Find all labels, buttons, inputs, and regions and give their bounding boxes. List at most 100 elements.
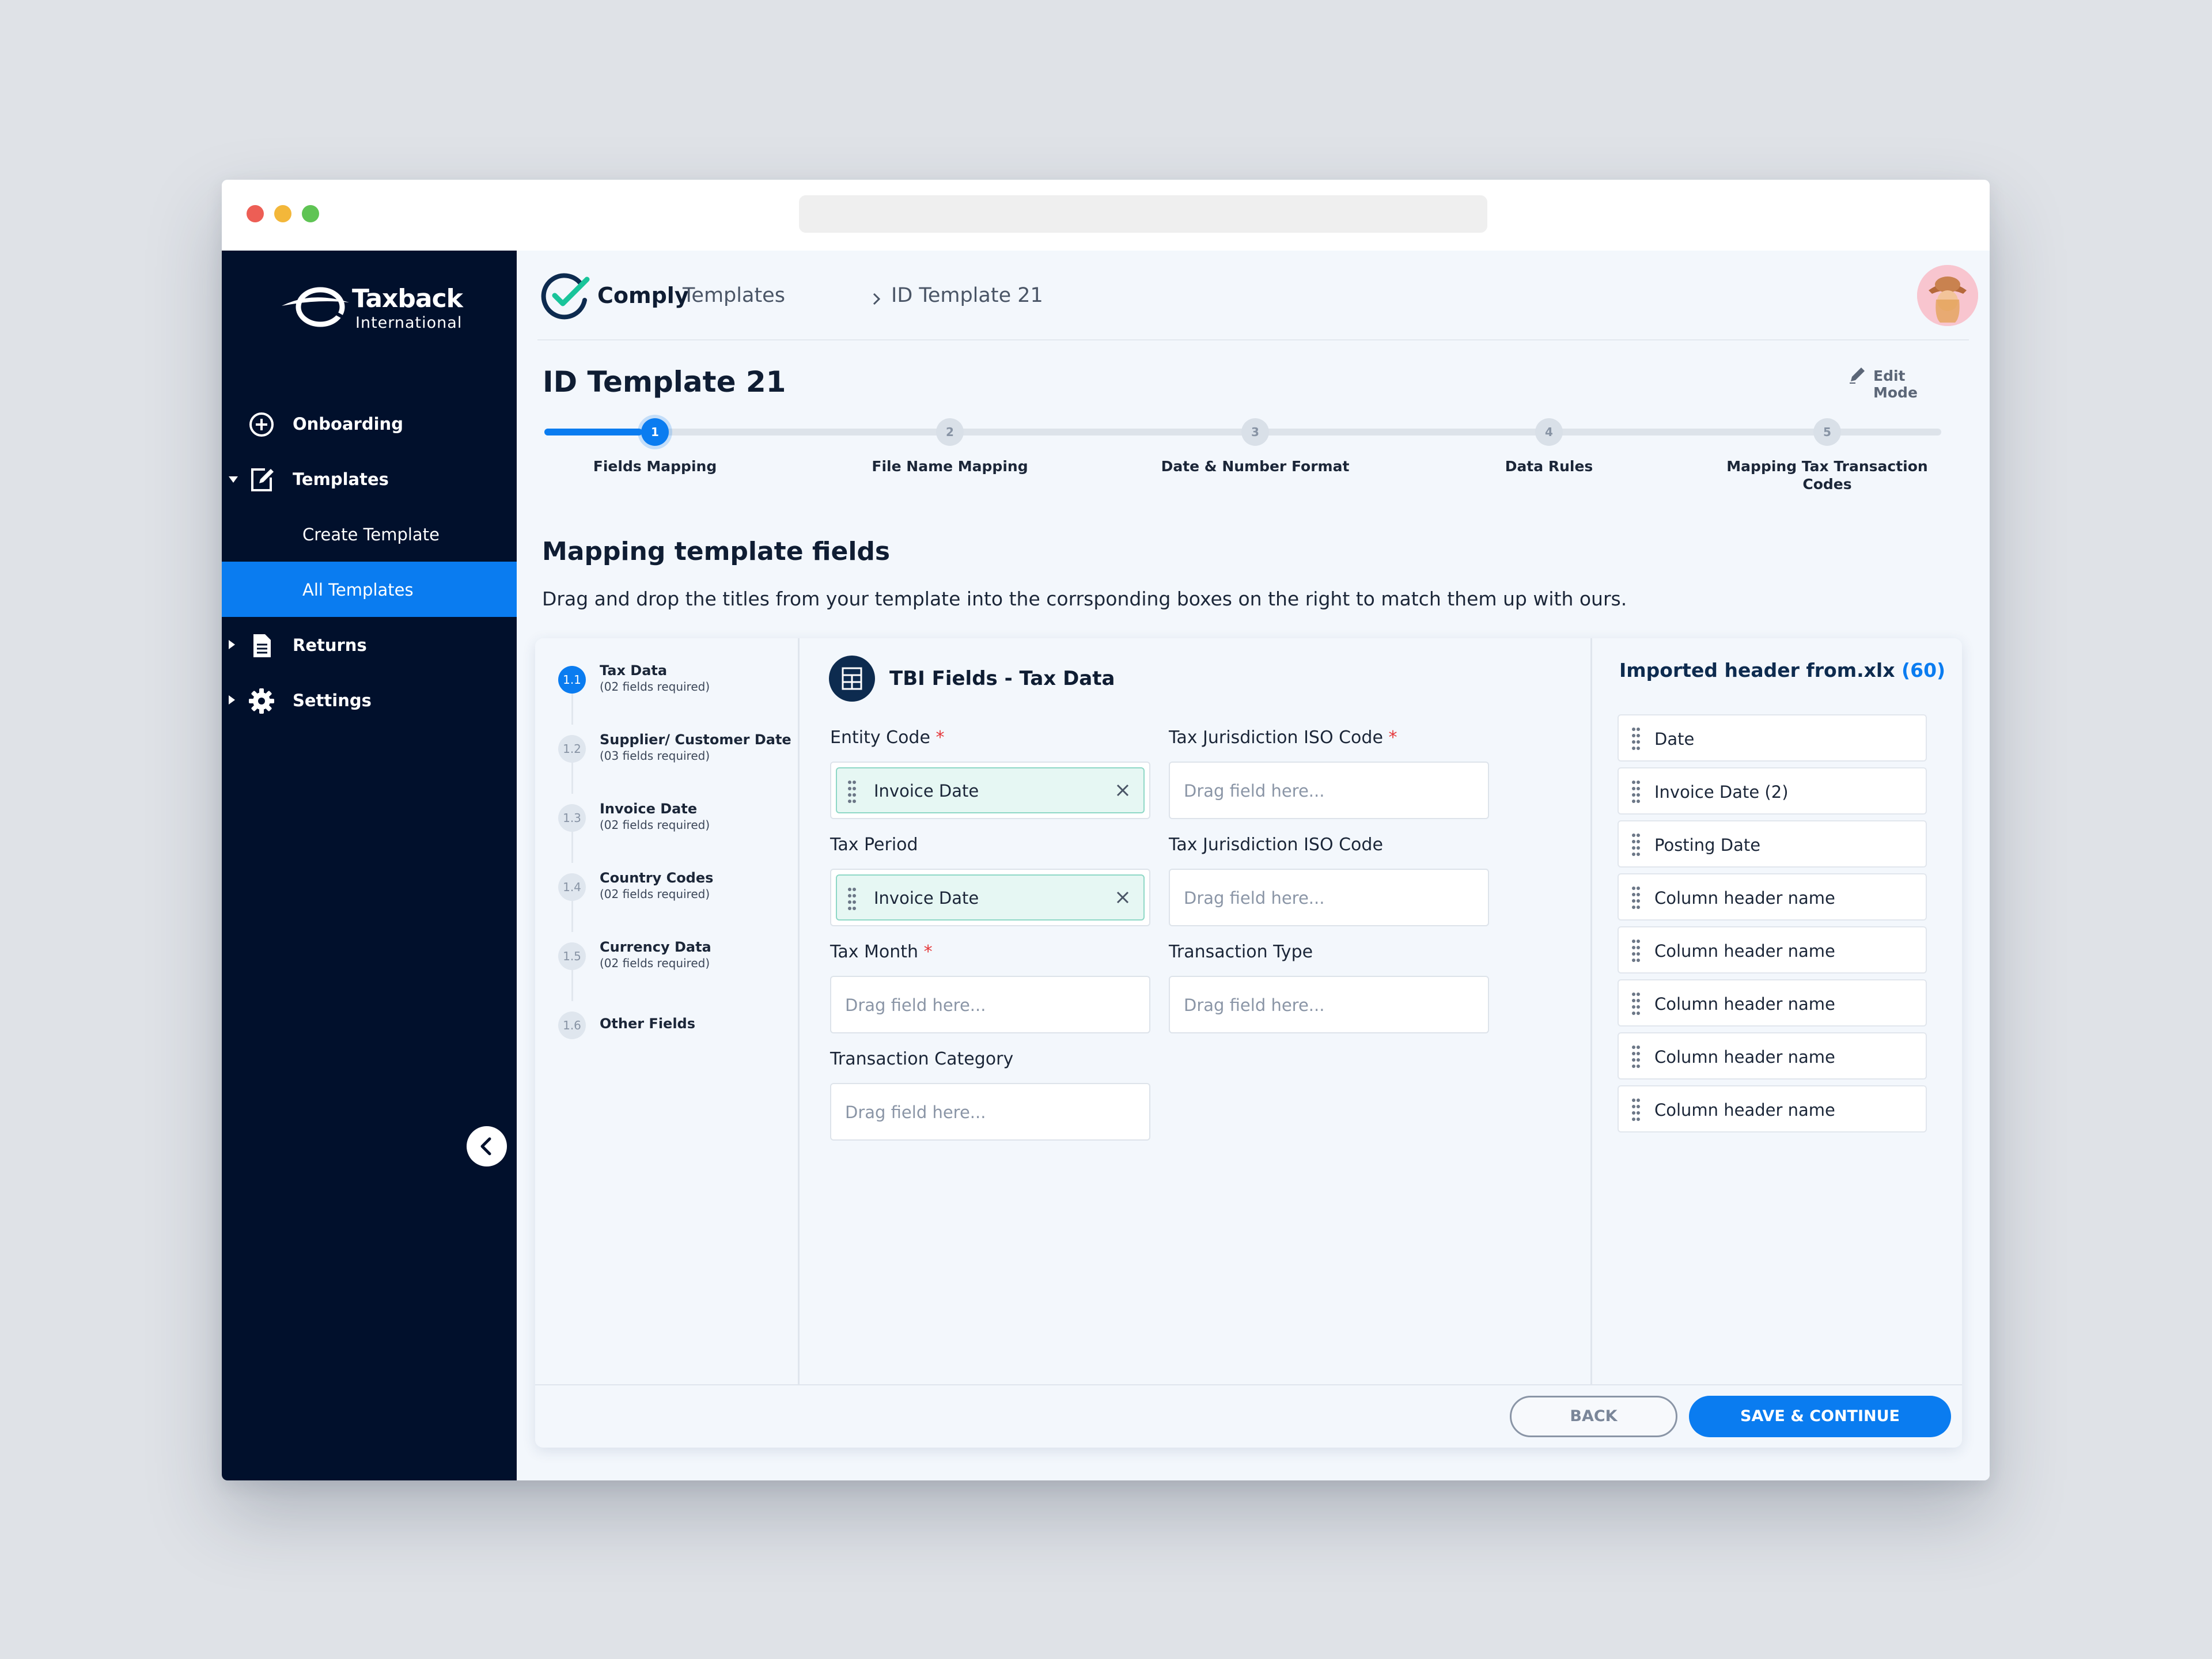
sidebar-item-settings[interactable]: Settings: [222, 672, 517, 728]
drag-handle-icon[interactable]: [1631, 1045, 1641, 1068]
section-number: 1.5: [558, 942, 586, 970]
dropzone-placeholder: Drag field here...: [1184, 995, 1325, 1015]
section-title: Mapping template fields: [542, 537, 891, 566]
user-avatar[interactable]: [1917, 265, 1978, 326]
drag-handle-icon[interactable]: [1631, 992, 1641, 1015]
drag-handle-icon[interactable]: [847, 887, 857, 910]
field-label-entity-code: Entity Code *: [830, 728, 944, 748]
drag-handle-icon[interactable]: [1631, 886, 1641, 909]
imported-header-label: Column header name: [1654, 888, 1835, 908]
drag-handle-icon[interactable]: [1631, 939, 1641, 962]
drag-handle-icon[interactable]: [847, 780, 857, 803]
page-title: ID Template 21: [543, 365, 786, 399]
sidebar-item-templates[interactable]: Templates: [222, 451, 517, 506]
dropzone-tax-period[interactable]: Invoice Date: [830, 869, 1150, 926]
section-nav-supplier-customer-date[interactable]: 1.2 Supplier/ Customer Date (03 fields r…: [558, 730, 791, 777]
imported-header-item[interactable]: Column header name: [1618, 1085, 1927, 1132]
section-nav-title: Currency Data: [600, 939, 711, 955]
table-icon: [842, 667, 862, 690]
dropzone-entity-code[interactable]: Invoice Date: [830, 762, 1150, 819]
collapse-sidebar-button[interactable]: [467, 1126, 507, 1166]
imported-header-item[interactable]: Posting Date: [1618, 820, 1927, 868]
edit-mode-button[interactable]: Edit Mode: [1847, 364, 1945, 401]
section-nav-tax-data[interactable]: 1.1 Tax Data (02 fields required): [558, 661, 789, 707]
drag-handle-icon[interactable]: [1631, 833, 1641, 856]
section-nav-title: Tax Data: [600, 662, 668, 679]
imported-header-item[interactable]: Date: [1618, 714, 1927, 762]
drag-handle-icon[interactable]: [1631, 1098, 1641, 1121]
brand-name: Taxback: [352, 284, 463, 313]
document-icon: [253, 634, 271, 657]
step-2-label: File Name Mapping: [872, 458, 1028, 475]
field-label-text: Tax Month: [830, 942, 919, 962]
taxback-logo[interactable]: Taxback International: [277, 279, 473, 337]
section-nav-title: Country Codes: [600, 870, 714, 886]
imported-header-item[interactable]: Column header name: [1618, 873, 1927, 921]
section-nav-other-fields[interactable]: 1.6 Other Fields: [558, 1007, 789, 1053]
step-4-node[interactable]: 4: [1535, 418, 1563, 446]
section-nav-subtitle: (03 fields required): [600, 749, 710, 763]
mapped-field-chip[interactable]: Invoice Date: [836, 767, 1145, 813]
section-nav-country-codes[interactable]: 1.4 Country Codes (02 fields required): [558, 869, 789, 915]
sidebar-subitem-label: Create Template: [302, 525, 440, 544]
section-nav-currency-data[interactable]: 1.5 Currency Data (02 fields required): [558, 938, 789, 984]
imported-headers-title: Imported header from.xlx (60): [1619, 659, 1945, 681]
step-5-label: Mapping Tax Transaction Codes: [1726, 458, 1928, 493]
comply-logo-icon[interactable]: [540, 270, 592, 322]
field-label-tax-jurisdiction-iso-code: Tax Jurisdiction ISO Code *: [1169, 728, 1397, 748]
imported-header-label: Column header name: [1654, 1047, 1835, 1067]
step-1-label: Fields Mapping: [593, 458, 717, 475]
section-nav-invoice-date[interactable]: 1.3 Invoice Date (02 fields required): [558, 800, 789, 846]
step-5-node[interactable]: 5: [1813, 418, 1841, 446]
step-3-node[interactable]: 3: [1241, 418, 1269, 446]
save-continue-button[interactable]: SAVE & CONTINUE: [1689, 1396, 1951, 1437]
sidebar-item-onboarding[interactable]: Onboarding: [222, 396, 517, 451]
dropzone-transaction-category[interactable]: Drag field here...: [830, 1083, 1150, 1141]
sidebar-item-returns[interactable]: Returns: [222, 617, 517, 672]
section-nav-subtitle: (02 fields required): [600, 887, 710, 901]
close-icon[interactable]: [1113, 888, 1132, 907]
back-button[interactable]: BACK: [1510, 1396, 1677, 1437]
imported-header-item[interactable]: Column header name: [1618, 926, 1927, 974]
maximize-window-button[interactable]: [302, 205, 319, 222]
dropzone-tax-jurisdiction-iso-code[interactable]: Drag field here...: [1169, 762, 1489, 819]
dropzone-tax-jurisdiction-iso-code-2[interactable]: Drag field here...: [1169, 869, 1489, 926]
minimize-window-button[interactable]: [274, 205, 291, 222]
step-3-label: Date & Number Format: [1161, 458, 1350, 475]
breadcrumb-templates[interactable]: Templates: [683, 284, 785, 307]
section-number: 1.6: [558, 1012, 586, 1039]
close-icon[interactable]: [1113, 781, 1132, 800]
dropzone-tax-month[interactable]: Drag field here...: [830, 976, 1150, 1033]
section-nav-title: Other Fields: [600, 1016, 696, 1032]
address-bar[interactable]: [799, 195, 1487, 233]
drag-handle-icon[interactable]: [1631, 727, 1641, 750]
dropzone-placeholder: Drag field here...: [845, 1103, 986, 1122]
close-window-button[interactable]: [247, 205, 264, 222]
mapping-card: 1.1 Tax Data (02 fields required) 1.2 Su…: [535, 638, 1962, 1448]
sidebar-item-label: Onboarding: [293, 414, 403, 434]
section-number: 1.1: [558, 666, 586, 694]
section-nav-subtitle: (02 fields required): [600, 818, 710, 832]
sidebar: Taxback International Onboarding Templat…: [222, 251, 517, 1480]
column-divider: [798, 638, 800, 1384]
field-label-tax-jurisdiction-iso-code-2: Tax Jurisdiction ISO Code: [1169, 835, 1383, 855]
field-label-tax-month: Tax Month *: [830, 942, 933, 962]
sidebar-subitem-all-templates[interactable]: All Templates: [222, 562, 517, 617]
sidebar-item-label: Templates: [293, 469, 389, 489]
dropzone-placeholder: Drag field here...: [845, 995, 986, 1015]
imported-header-item[interactable]: Invoice Date (2): [1618, 767, 1927, 815]
required-mark: *: [935, 728, 945, 748]
dropzone-transaction-type[interactable]: Drag field here...: [1169, 976, 1489, 1033]
drag-handle-icon[interactable]: [1631, 780, 1641, 803]
section-description: Drag and drop the titles from your templ…: [542, 588, 1627, 610]
imported-header-label: Column header name: [1654, 994, 1835, 1014]
imported-header-item[interactable]: Column header name: [1618, 1032, 1927, 1080]
imported-header-item[interactable]: Column header name: [1618, 979, 1927, 1027]
step-1-node[interactable]: 1: [641, 418, 669, 446]
step-2-node[interactable]: 2: [936, 418, 964, 446]
mapped-field-chip[interactable]: Invoice Date: [836, 874, 1145, 921]
browser-window: Taxback International Onboarding Templat…: [222, 180, 1990, 1480]
sidebar-subitem-create-template[interactable]: Create Template: [222, 506, 517, 562]
section-number: 1.3: [558, 804, 586, 832]
chevron-right-icon: [873, 293, 881, 305]
